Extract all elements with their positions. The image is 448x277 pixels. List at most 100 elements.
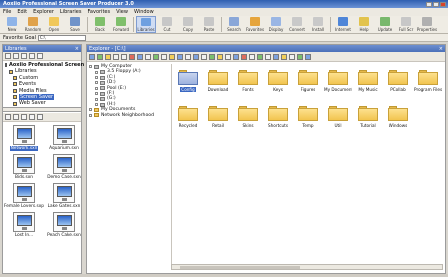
expand-icon[interactable]: [89, 65, 92, 69]
menu-file[interactable]: File: [3, 9, 11, 15]
explorer-tool-icon[interactable]: [89, 53, 95, 60]
address-field[interactable]: C:\: [37, 34, 86, 41]
explorer-tool-icon[interactable]: [265, 53, 271, 60]
pane-divider[interactable]: [3, 107, 81, 112]
delete-library-icon[interactable]: [21, 53, 27, 59]
explorer-tool-icon[interactable]: [97, 53, 103, 60]
folder-item[interactable]: Shortcuts: [264, 106, 292, 128]
folder-item[interactable]: Tutorial: [354, 106, 382, 128]
explorer-tool-icon[interactable]: [289, 53, 295, 60]
explorer-tool-icon[interactable]: [193, 53, 199, 60]
library-tree-item[interactable]: Web Saver: [5, 100, 79, 106]
copy-library-icon[interactable]: [13, 53, 19, 59]
explorer-tool-icon[interactable]: [249, 53, 255, 60]
explorer-tool-icon[interactable]: [113, 53, 119, 60]
maximize-button[interactable]: [433, 1, 439, 7]
toolbar-display-button[interactable]: Display: [266, 16, 286, 33]
expand-icon[interactable]: [95, 81, 98, 85]
folder-item[interactable]: Windows: [384, 106, 412, 128]
settings-icon[interactable]: [37, 114, 43, 120]
screensaver-thumbnail[interactable]: Female Lovers.sxp: [4, 183, 44, 209]
folder-item[interactable]: Util: [324, 106, 352, 128]
expand-icon[interactable]: [95, 70, 98, 74]
horizontal-scrollbar[interactable]: [171, 264, 443, 270]
toolbar-properties-button[interactable]: Properties: [417, 16, 437, 33]
explorer-tool-icon[interactable]: [153, 53, 159, 60]
explorer-tool-icon[interactable]: [297, 53, 303, 60]
explorer-tool-icon[interactable]: [233, 53, 239, 60]
folder-item[interactable]: Config: [174, 70, 202, 92]
toolbar-internet-button[interactable]: Internet: [333, 16, 353, 33]
toolbar-new-button[interactable]: New: [2, 16, 22, 33]
screensaver-thumbnail[interactable]: Aquarium.sxn: [47, 125, 81, 151]
folder-item[interactable]: Download: [204, 70, 232, 92]
menu-edit[interactable]: Edit: [17, 9, 27, 15]
properties-icon[interactable]: [37, 53, 43, 59]
folder-item[interactable]: Figures: [294, 70, 322, 92]
expand-icon[interactable]: [95, 76, 98, 80]
folder-item[interactable]: My Documents: [324, 70, 352, 92]
menu-favorites[interactable]: Favorites: [88, 9, 111, 15]
explorer-tool-icon[interactable]: [217, 53, 223, 60]
explorer-tool-icon[interactable]: [177, 53, 183, 60]
screensaver-thumbnail[interactable]: Lake Gates.sxn: [47, 183, 81, 209]
folder-item[interactable]: Keys: [264, 70, 292, 92]
toolbar-copy-button[interactable]: Copy: [178, 16, 198, 33]
toolbar-convert-button[interactable]: Convert: [287, 16, 307, 33]
folder-item[interactable]: PCollab: [384, 70, 412, 92]
toolbar-save-button[interactable]: Save: [65, 16, 85, 33]
toolbar-cut-button[interactable]: Cut: [157, 16, 177, 33]
menu-libraries[interactable]: Libraries: [60, 9, 82, 15]
folder-item[interactable]: Program Files: [414, 70, 442, 92]
toolbar-libraries-button[interactable]: Libraries: [136, 16, 156, 33]
folder-tree-item[interactable]: Network Neighborhood: [89, 113, 161, 118]
new-library-icon[interactable]: [5, 53, 11, 59]
menu-explorer[interactable]: Explorer: [33, 9, 54, 15]
zoom-in-icon[interactable]: [5, 114, 11, 120]
zoom-out-icon[interactable]: [13, 114, 19, 120]
screensaver-thumbnail[interactable]: Demo Case.sxn: [47, 154, 81, 180]
toolbar-open-button[interactable]: Open: [44, 16, 64, 33]
screensaver-thumbnail[interactable]: Peach Cake.sxn: [47, 212, 81, 238]
scrollbar-thumb[interactable]: [180, 266, 300, 269]
explorer-tool-icon[interactable]: [137, 53, 143, 60]
toolbar-paste-button[interactable]: Paste: [199, 16, 219, 33]
explorer-tool-icon[interactable]: [241, 53, 247, 60]
folder-item[interactable]: Recycled: [174, 106, 202, 128]
close-pane-icon[interactable]: ×: [439, 46, 445, 52]
explorer-tool-icon[interactable]: [121, 53, 127, 60]
toolbar-full-scr-button[interactable]: Full Scr: [396, 16, 416, 33]
expand-icon[interactable]: [95, 92, 98, 96]
folder-item[interactable]: Temp: [294, 106, 322, 128]
toolbar-search-button[interactable]: Search: [224, 16, 244, 33]
expand-icon[interactable]: [95, 86, 98, 90]
screensaver-thumbnail[interactable]: Bids.sxn: [7, 154, 41, 180]
explorer-tool-icon[interactable]: [273, 53, 279, 60]
toolbar-install-button[interactable]: Install: [308, 16, 328, 33]
menu-window[interactable]: Window: [134, 9, 154, 15]
screensaver-thumbnail[interactable]: Network.sxn: [7, 125, 41, 151]
explorer-tool-icon[interactable]: [257, 53, 263, 60]
toolbar-random-button[interactable]: Random: [23, 16, 43, 33]
toolbar-favorites-button[interactable]: Favorites: [245, 16, 265, 33]
explorer-tool-icon[interactable]: [225, 53, 231, 60]
expand-icon[interactable]: [95, 103, 98, 107]
toolbar-forward-button[interactable]: Forward: [111, 16, 131, 33]
explorer-tool-icon[interactable]: [105, 53, 111, 60]
folder-item[interactable]: Retail: [204, 106, 232, 128]
expand-icon[interactable]: [89, 108, 92, 112]
edit-icon[interactable]: [29, 114, 35, 120]
explorer-tool-icon[interactable]: [185, 53, 191, 60]
screensaver-thumbnail[interactable]: Lost In...: [7, 212, 41, 238]
toolbar-back-button[interactable]: Back: [90, 16, 110, 33]
explorer-tool-icon[interactable]: [305, 53, 311, 60]
close-button[interactable]: [440, 1, 446, 7]
toolbar-help-button[interactable]: Help: [354, 16, 374, 33]
folder-item[interactable]: My Music: [354, 70, 382, 92]
expand-icon[interactable]: [89, 113, 92, 117]
explorer-tool-icon[interactable]: [281, 53, 287, 60]
explorer-tool-icon[interactable]: [209, 53, 215, 60]
preview-icon[interactable]: [21, 114, 27, 120]
explorer-tool-icon[interactable]: [145, 53, 151, 60]
explorer-tool-icon[interactable]: [169, 53, 175, 60]
